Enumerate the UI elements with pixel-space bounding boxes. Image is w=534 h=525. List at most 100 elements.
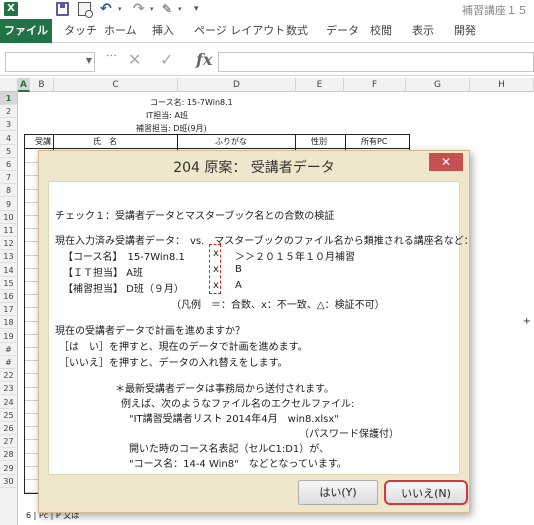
- row-header[interactable]: 17: [0, 303, 17, 317]
- table-header-cell: 性別: [311, 137, 327, 146]
- tab-data[interactable]: データ: [326, 19, 359, 43]
- row-header[interactable]: 7: [0, 171, 17, 185]
- password-note: （パスワード保護付）: [299, 429, 399, 440]
- tab-file[interactable]: ファイル: [0, 19, 52, 43]
- row-header[interactable]: 13: [0, 250, 17, 264]
- row-header[interactable]: 19: [0, 330, 17, 343]
- dialog-body: チェック１：受講者データとマスターブック名との合数の検証 現在入力済み受講者デー…: [48, 181, 474, 475]
- row-header[interactable]: 5: [0, 145, 17, 158]
- enter-icon[interactable]: ✓: [160, 50, 173, 69]
- row-header[interactable]: 28: [0, 448, 17, 462]
- tab-developer[interactable]: 開発: [454, 19, 476, 43]
- example-filename: "IT講習受講者リスト 2014年4月 win8.xlsx": [129, 414, 339, 425]
- row-header[interactable]: 8: [0, 184, 17, 198]
- tutor-master: A: [235, 280, 242, 291]
- ribbon-tabs: ファイル タッチ ホーム 挿入 ページ レイアウト 数式 データ 校閲 表示 開…: [0, 19, 534, 43]
- row-header[interactable]: 9: [0, 198, 17, 211]
- table-header-cell: 受講: [35, 137, 51, 146]
- column-header[interactable]: A: [18, 78, 30, 92]
- row-header[interactable]: 29: [0, 462, 17, 475]
- note-text: ＊最新受講者データは事務局から送付されます。: [115, 384, 334, 395]
- row-header[interactable]: 10: [0, 211, 17, 224]
- column-header[interactable]: G: [406, 78, 470, 92]
- chevron-down-icon[interactable]: ▾: [178, 2, 186, 16]
- row-header[interactable]: 16: [0, 290, 17, 303]
- course-master: ＞＞２０１５年１０月補習: [235, 252, 355, 263]
- undo-icon[interactable]: ↶: [100, 2, 116, 16]
- splitter-handle-icon[interactable]: ⋮: [105, 50, 118, 59]
- column-header[interactable]: C: [54, 78, 178, 92]
- table-header-cell: 氏 名: [93, 137, 117, 146]
- tab-view[interactable]: 表示: [412, 19, 434, 43]
- course-format-note: "コース名：14-4 Win8" などとなっています。: [129, 459, 347, 470]
- tab-touch[interactable]: タッチ: [64, 19, 97, 43]
- it-staff-cell[interactable]: IT担当: A班: [146, 110, 188, 121]
- cell-note: 開いた時のコース名表記（セルC1:D1）が、: [129, 444, 330, 455]
- mismatch-highlight: [209, 244, 221, 294]
- insert-function-icon[interactable]: fx: [196, 50, 212, 69]
- print-preview-icon[interactable]: [78, 2, 93, 18]
- redo-icon[interactable]: ↷: [133, 2, 149, 16]
- plus-cursor-icon: +: [522, 316, 531, 327]
- checking-dialog: 204 原案： 受講者データ ✕ チェック１：受講者データとマスターブック名との…: [38, 150, 474, 513]
- example-text: 例えば、次のようなファイル名のエクセルファイル:: [121, 399, 355, 410]
- question-text: 現在の受講者データで計画を進めますか？: [55, 326, 245, 337]
- column-header[interactable]: E: [296, 78, 344, 92]
- column-header[interactable]: H: [470, 78, 534, 92]
- chevron-down-icon[interactable]: ▾: [118, 2, 126, 16]
- tab-page-layout[interactable]: ページ レイアウト: [194, 19, 285, 43]
- row-header[interactable]: #: [0, 343, 17, 356]
- cancel-icon[interactable]: ✕: [128, 50, 141, 69]
- tutor-staff-cell[interactable]: 補習担当: D班(9月): [136, 123, 207, 134]
- table-header: 受講 氏 名 ふりがな 性別 所有PC: [25, 135, 409, 149]
- row-header[interactable]: 27: [0, 435, 17, 449]
- no-button[interactable]: いいえ(N): [384, 480, 468, 505]
- column-header[interactable]: F: [344, 78, 406, 92]
- row-header[interactable]: 6: [0, 158, 17, 171]
- tab-review[interactable]: 校閲: [370, 19, 392, 43]
- row-header[interactable]: #: [0, 356, 17, 369]
- row-header[interactable]: 12: [0, 237, 17, 251]
- dialog-title-bar[interactable]: 204 原案： 受講者データ ✕: [39, 151, 469, 181]
- row-header[interactable]: 25: [0, 409, 17, 422]
- row-header[interactable]: 26: [0, 422, 17, 435]
- save-icon[interactable]: [56, 2, 69, 16]
- name-box[interactable]: ▼: [5, 52, 95, 72]
- tutor-current: 【補習担当】 D班（９月）: [63, 284, 184, 295]
- row-header[interactable]: 14: [0, 264, 17, 277]
- row-header[interactable]: 18: [0, 316, 17, 330]
- customize-qat-icon[interactable]: ▾: [194, 2, 204, 16]
- course-name-cell[interactable]: コース名: 15-7Win8.1: [150, 97, 233, 108]
- document-title: 補習講座１５: [462, 4, 528, 17]
- yes-explanation: ［は い］を押すと、現在のデータで計画を進めます。: [59, 342, 308, 353]
- row-header[interactable]: 11: [0, 224, 17, 237]
- formula-bar: ▼ ⋮ ✕ ✓ fx: [0, 44, 534, 76]
- dialog-title: 204 原案： 受講者データ: [173, 160, 335, 176]
- row-header[interactable]: 4: [0, 132, 17, 145]
- yes-button[interactable]: はい(Y): [298, 480, 378, 505]
- row-header[interactable]: 1: [0, 92, 17, 105]
- row-header[interactable]: 3: [0, 118, 17, 132]
- it-master: B: [235, 264, 242, 275]
- tab-home[interactable]: ホーム: [104, 19, 137, 43]
- column-header[interactable]: B: [30, 78, 54, 92]
- excel-logo-icon[interactable]: X: [4, 2, 18, 16]
- brush-icon[interactable]: ✎: [162, 2, 178, 16]
- row-header[interactable]: 24: [0, 396, 17, 409]
- compare-heading: 現在入力済み受講者データ： vs. マスターブックのファイル名から類推される講座…: [55, 236, 474, 247]
- tab-insert[interactable]: 挿入: [152, 19, 174, 43]
- formula-input[interactable]: [218, 52, 534, 72]
- chevron-down-icon[interactable]: ▾: [150, 2, 158, 16]
- column-header[interactable]: D: [178, 78, 296, 92]
- column-headers: A B C D E F G H: [0, 78, 534, 92]
- row-header[interactable]: 22: [0, 369, 17, 383]
- tab-formulas[interactable]: 数式: [286, 19, 308, 43]
- table-header-cell: 所有PC: [361, 137, 388, 146]
- row-header[interactable]: 2: [0, 105, 17, 119]
- select-all-corner[interactable]: [0, 78, 18, 92]
- row-header[interactable]: 15: [0, 277, 17, 290]
- row-header[interactable]: 23: [0, 382, 17, 396]
- row-header[interactable]: 30: [0, 475, 17, 488]
- close-button[interactable]: ✕: [429, 153, 463, 171]
- chevron-down-icon[interactable]: ▼: [86, 56, 92, 65]
